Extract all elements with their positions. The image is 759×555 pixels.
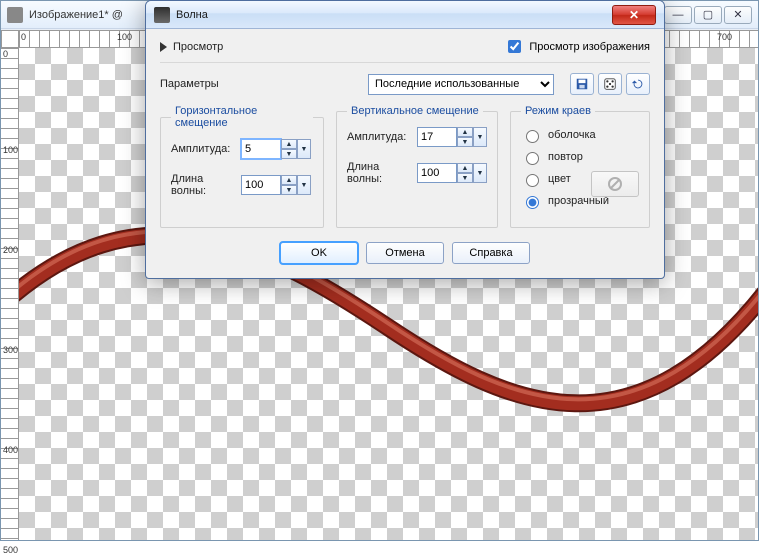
h-amp-dropdown[interactable]: ▼	[297, 139, 311, 159]
h-amp-down[interactable]: ▼	[281, 149, 297, 159]
maximize-button[interactable]: ▢	[694, 6, 722, 24]
h-wavelength-label: Длина волны:	[171, 173, 235, 197]
vertical-legend: Вертикальное смещение	[347, 105, 483, 117]
expand-icon	[160, 42, 167, 52]
ok-button[interactable]: OK	[280, 242, 358, 264]
edge-mode-group: Режим краев оболочка повтор цвет прозрач…	[510, 105, 650, 228]
v-amp-dropdown[interactable]: ▼	[473, 127, 487, 147]
h-wavelength-input[interactable]	[241, 175, 281, 195]
edge-repeat-radio[interactable]	[526, 152, 539, 165]
edge-wrap-radio[interactable]	[526, 130, 539, 143]
h-wave-dropdown[interactable]: ▼	[297, 175, 311, 195]
edge-legend: Режим краев	[521, 105, 595, 117]
preset-select[interactable]: Последние использованные	[368, 74, 554, 95]
ruler-corner	[1, 30, 19, 48]
v-amplitude-input[interactable]	[417, 127, 457, 147]
v-amp-down[interactable]: ▼	[457, 137, 473, 147]
parameters-label: Параметры	[160, 78, 219, 90]
v-wavelength-label: Длина волны:	[347, 161, 411, 185]
app-icon	[7, 7, 23, 23]
reset-preset-button[interactable]	[626, 73, 650, 95]
h-amplitude-label: Амплитуда:	[171, 143, 235, 155]
preview-label: Просмотр	[173, 41, 223, 53]
random-preset-button[interactable]	[598, 73, 622, 95]
h-wave-up[interactable]: ▲	[281, 175, 297, 185]
wave-dialog: Волна ✕ Просмотр Просмотр изображения Па…	[145, 0, 665, 279]
edge-color-radio[interactable]	[526, 174, 539, 187]
v-wavelength-input[interactable]	[417, 163, 457, 183]
dialog-title: Волна	[176, 9, 208, 21]
ruler-vertical: 0 100 200 300 400 500	[1, 48, 19, 540]
dialog-close-button[interactable]: ✕	[612, 5, 656, 25]
v-wave-up[interactable]: ▲	[457, 163, 473, 173]
save-preset-button[interactable]	[570, 73, 594, 95]
edge-transparent-radio[interactable]	[526, 196, 539, 209]
dialog-titlebar[interactable]: Волна ✕	[146, 1, 664, 29]
v-amplitude-label: Амплитуда:	[347, 131, 411, 143]
h-amplitude-input[interactable]	[241, 139, 281, 159]
close-button[interactable]: ✕	[724, 6, 752, 24]
help-button[interactable]: Справка	[452, 242, 530, 264]
preview-image-checkbox[interactable]	[508, 40, 521, 53]
preview-image-label: Просмотр изображения	[529, 41, 650, 53]
cancel-button[interactable]: Отмена	[366, 242, 444, 264]
preview-expander[interactable]: Просмотр	[160, 41, 223, 53]
v-wave-down[interactable]: ▼	[457, 173, 473, 183]
h-wave-down[interactable]: ▼	[281, 185, 297, 195]
vertical-offset-group: Вертикальное смещение Амплитуда: ▲▼ ▼ Дл…	[336, 105, 498, 228]
horizontal-offset-group: Горизонтальное смещение Амплитуда: ▲▼ ▼ …	[160, 105, 324, 228]
dialog-icon	[154, 7, 170, 23]
edge-color-button	[591, 171, 639, 197]
h-amp-up[interactable]: ▲	[281, 139, 297, 149]
minimize-button[interactable]: —	[664, 6, 692, 24]
editor-title: Изображение1* @	[29, 9, 123, 21]
horizontal-legend: Горизонтальное смещение	[171, 105, 313, 129]
v-amp-up[interactable]: ▲	[457, 127, 473, 137]
v-wave-dropdown[interactable]: ▼	[473, 163, 487, 183]
